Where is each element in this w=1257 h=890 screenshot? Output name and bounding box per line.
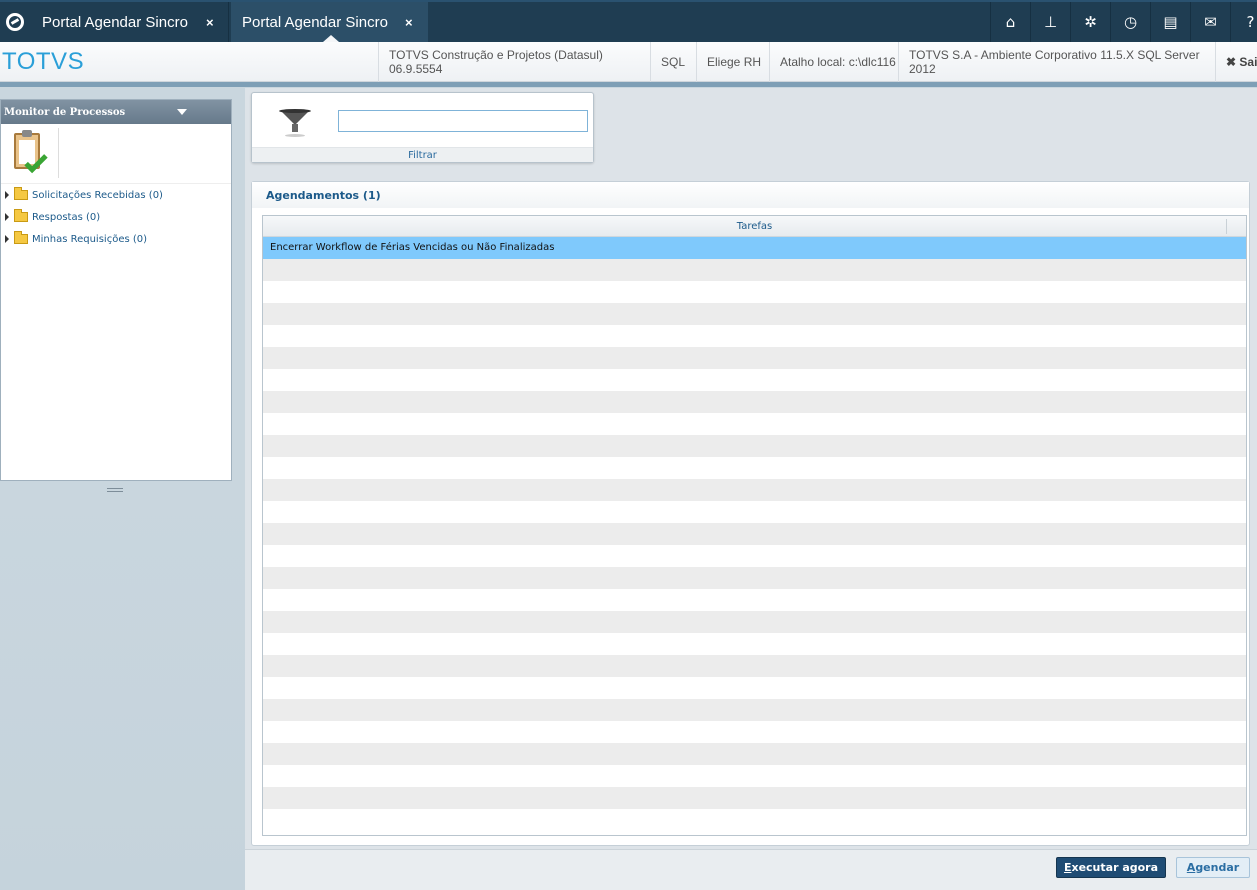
- home-icon[interactable]: ⌂: [990, 2, 1030, 42]
- table-row[interactable]: [263, 259, 1246, 281]
- chevron-down-icon[interactable]: [177, 109, 187, 115]
- process-monitor-toolbar: [1, 124, 231, 184]
- expand-arrow-icon[interactable]: [5, 213, 9, 221]
- accent-stripe: [0, 82, 1257, 87]
- table-row[interactable]: [263, 369, 1246, 391]
- tree-item-received-requests[interactable]: Solicitações Recebidas (0): [1, 184, 231, 206]
- clock-icon[interactable]: ◷: [1110, 2, 1150, 42]
- table-row[interactable]: [263, 545, 1246, 567]
- document-icon[interactable]: ▤: [1150, 2, 1190, 42]
- left-background: [0, 488, 245, 890]
- filter-input[interactable]: [338, 110, 588, 132]
- tab-label: Portal Agendar Sincro: [42, 13, 188, 31]
- table-row[interactable]: [263, 633, 1246, 655]
- brand-logo: TOTVS: [2, 48, 85, 75]
- table-row[interactable]: [263, 501, 1246, 523]
- close-icon[interactable]: ×: [405, 15, 413, 30]
- filter-button[interactable]: Filtrar: [252, 147, 593, 162]
- process-monitor-panel: Monitor de Processos Solicitações Recebi…: [0, 99, 232, 481]
- top-icon-toolbar: ⌂ ⊥ ✲ ◷ ▤ ✉ ?: [990, 2, 1257, 42]
- action-footer: Executar agora Agendar: [245, 849, 1257, 890]
- task-name: Encerrar Workflow de Férias Vencidas ou …: [270, 242, 555, 253]
- info-bar: TOTVS TOTVS Construção e Projetos (Datas…: [0, 42, 1257, 82]
- schedule-label: gendar: [1195, 861, 1240, 874]
- table-row[interactable]: [263, 589, 1246, 611]
- schedules-panel: Agendamentos (1) Tarefas Encerrar Workfl…: [251, 181, 1250, 846]
- table-row[interactable]: [263, 743, 1246, 765]
- tab-portal-agendar-sincro-2[interactable]: Portal Agendar Sincro ×: [231, 2, 428, 42]
- close-icon[interactable]: ×: [206, 15, 214, 30]
- table-row[interactable]: [263, 303, 1246, 325]
- tree-item-label: Minhas Requisições (0): [32, 233, 148, 245]
- process-monitor-title: Monitor de Processos: [4, 106, 126, 118]
- table-row[interactable]: [263, 787, 1246, 809]
- table-row[interactable]: [263, 523, 1246, 545]
- mail-icon[interactable]: ✉: [1190, 2, 1230, 42]
- totvs-logo-icon[interactable]: [0, 2, 30, 42]
- tab-portal-agendar-sincro-1[interactable]: Portal Agendar Sincro ×: [31, 2, 229, 42]
- resize-grip-handle[interactable]: [107, 488, 123, 492]
- table-row[interactable]: [263, 325, 1246, 347]
- user-name: Eliege RH: [696, 42, 769, 82]
- table-row[interactable]: [263, 699, 1246, 721]
- expand-arrow-icon[interactable]: [5, 235, 9, 243]
- table-row[interactable]: [263, 435, 1246, 457]
- table-row[interactable]: [263, 765, 1246, 787]
- folder-icon: [14, 231, 28, 244]
- run-now-button[interactable]: Executar agora: [1056, 857, 1166, 878]
- tab-label: Portal Agendar Sincro: [242, 13, 388, 31]
- database-type: SQL: [650, 42, 696, 82]
- table-row[interactable]: [263, 721, 1246, 743]
- filter-box: Filtrar: [251, 92, 594, 163]
- sitemap-icon[interactable]: ⊥: [1030, 2, 1070, 42]
- run-now-mnemonic: E: [1063, 861, 1072, 874]
- table-row[interactable]: [263, 391, 1246, 413]
- table-row[interactable]: [263, 567, 1246, 589]
- table-row[interactable]: Encerrar Workflow de Férias Vencidas ou …: [263, 237, 1246, 259]
- table-row[interactable]: [263, 809, 1246, 831]
- table-row[interactable]: [263, 479, 1246, 501]
- table-row[interactable]: [263, 457, 1246, 479]
- column-header-tasks[interactable]: Tarefas: [263, 216, 1246, 237]
- table-row[interactable]: [263, 347, 1246, 369]
- schedule-mnemonic: A: [1186, 861, 1196, 874]
- logout-button[interactable]: ✖ Sair: [1215, 42, 1257, 82]
- table-row[interactable]: [263, 677, 1246, 699]
- tasks-grid: Tarefas Encerrar Workflow de Férias Venc…: [262, 215, 1247, 836]
- tree-item-label: Solicitações Recebidas (0): [32, 189, 163, 201]
- local-shortcut: Atalho local: c:\dlc116: [769, 42, 898, 82]
- tree-item-label: Respostas (0): [32, 211, 101, 223]
- environment-name: TOTVS S.A - Ambiente Corporativo 11.5.X …: [898, 42, 1215, 82]
- table-row[interactable]: [263, 655, 1246, 677]
- schedule-button[interactable]: Agendar: [1176, 857, 1250, 878]
- tree-item-responses[interactable]: Respostas (0): [1, 206, 231, 228]
- run-now-label: xecutar agora: [1071, 861, 1159, 874]
- table-row[interactable]: [263, 611, 1246, 633]
- expand-arrow-icon[interactable]: [5, 191, 9, 199]
- schedules-title: Agendamentos (1): [252, 182, 1249, 208]
- gear-icon[interactable]: ✲: [1070, 2, 1110, 42]
- table-row[interactable]: [263, 281, 1246, 303]
- toolbar-divider: [58, 128, 59, 178]
- top-tab-bar: Portal Agendar Sincro × Portal Agendar S…: [0, 0, 1257, 42]
- product-version: TOTVS Construção e Projetos (Datasul) 06…: [378, 42, 650, 82]
- table-row[interactable]: [263, 413, 1246, 435]
- tree-item-my-requests[interactable]: Minhas Requisições (0): [1, 228, 231, 250]
- folder-icon: [14, 209, 28, 222]
- folder-icon: [14, 187, 28, 200]
- process-monitor-header[interactable]: Monitor de Processos: [1, 100, 231, 124]
- help-icon[interactable]: ?: [1230, 2, 1257, 42]
